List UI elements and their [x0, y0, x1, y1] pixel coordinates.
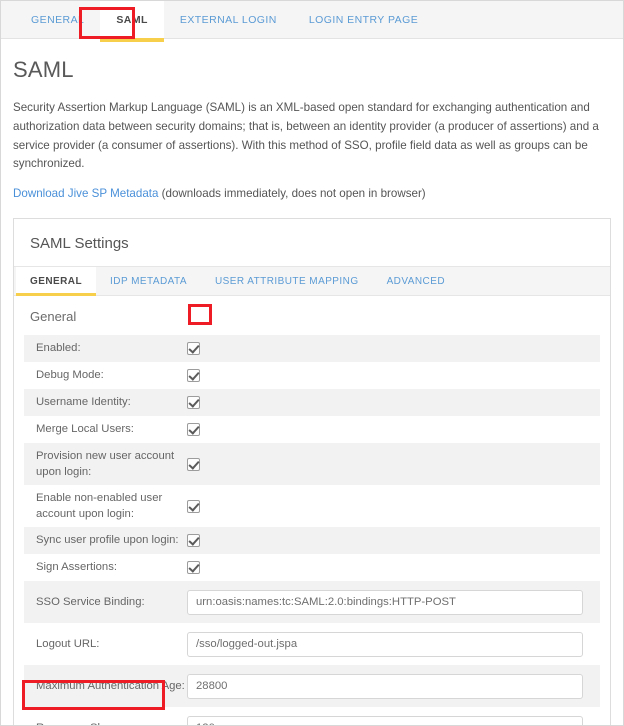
- settings-text-input[interactable]: [187, 715, 583, 725]
- inner-tab-user-attribute-mapping[interactable]: USER ATTRIBUTE MAPPING: [201, 267, 373, 295]
- saml-settings-panel: SAML Settings GENERAL IDP METADATA USER …: [13, 218, 611, 725]
- metadata-suffix-text: (downloads immediately, does not open in…: [158, 187, 426, 201]
- settings-row-label: Username Identity:: [36, 396, 131, 409]
- settings-row: Response Skew:: [24, 707, 600, 725]
- settings-row-label: Logout URL:: [36, 637, 100, 650]
- settings-row-control: [187, 423, 600, 437]
- settings-row-label: Debug Mode:: [36, 369, 104, 382]
- settings-row: Merge Local Users:: [24, 416, 600, 444]
- download-metadata-link[interactable]: Download Jive SP Metadata: [13, 187, 158, 200]
- settings-row: Maximum Authentication Age:: [24, 665, 600, 708]
- top-tab-saml-label: SAML: [116, 13, 148, 26]
- settings-row: Logout URL:: [24, 623, 600, 666]
- settings-row: SSO Service Binding:: [24, 581, 600, 624]
- settings-row-control: [187, 534, 600, 548]
- settings-row-label: SSO Service Binding:: [36, 595, 145, 608]
- settings-row-label: Provision new user account upon login:: [36, 449, 175, 479]
- top-tab-external-login[interactable]: EXTERNAL LOGIN: [164, 1, 293, 38]
- settings-row-control: [187, 715, 600, 725]
- inner-tab-advanced[interactable]: ADVANCED: [373, 267, 459, 295]
- settings-row: Enable non-enabled user account upon log…: [24, 485, 600, 528]
- metadata-download-line: Download Jive SP Metadata (downloads imm…: [13, 187, 611, 200]
- settings-row-label: Merge Local Users:: [36, 423, 134, 436]
- settings-row-label: Sync user profile upon login:: [36, 534, 179, 547]
- top-tab-general-label: GENERAL: [31, 13, 85, 26]
- top-tab-login-entry-page[interactable]: LOGIN ENTRY PAGE: [293, 1, 434, 38]
- settings-row-control: [187, 396, 600, 410]
- settings-row: Username Identity:: [24, 389, 600, 417]
- settings-row: Debug Mode:: [24, 362, 600, 390]
- top-tab-saml[interactable]: SAML: [100, 1, 164, 42]
- inner-tab-advanced-label: ADVANCED: [386, 275, 445, 287]
- inner-tab-general[interactable]: GENERAL: [16, 267, 97, 297]
- settings-row-label: Enable non-enabled user account upon log…: [36, 491, 163, 521]
- inner-tab-idp-metadata[interactable]: IDP METADATA: [96, 267, 201, 295]
- settings-row-label: Response Skew:: [24, 720, 187, 725]
- intro-paragraph: Security Assertion Markup Language (SAML…: [13, 101, 599, 171]
- settings-row: Sign Assertions:: [24, 554, 600, 582]
- settings-row-control: [187, 499, 600, 513]
- top-tab-external-login-label: EXTERNAL LOGIN: [179, 13, 277, 26]
- page-content: SAML Security Assertion Markup Language …: [1, 57, 623, 725]
- inner-tab-user-attribute-mapping-label: USER ATTRIBUTE MAPPING: [214, 275, 359, 287]
- settings-row-label: Enabled:: [36, 342, 81, 355]
- settings-checkbox[interactable]: [187, 534, 200, 548]
- inner-tab-idp-metadata-label: IDP METADATA: [110, 275, 187, 287]
- saml-admin-page: GENERAL SAML EXTERNAL LOGIN LOGIN ENTRY …: [0, 0, 624, 726]
- settings-row-control: [187, 589, 600, 615]
- settings-row-label: Sign Assertions:: [36, 561, 118, 574]
- settings-row: Provision new user account upon login:: [24, 443, 600, 486]
- top-tab-general[interactable]: GENERAL: [15, 1, 100, 38]
- settings-text-input[interactable]: [187, 589, 583, 615]
- settings-checkbox[interactable]: [187, 423, 200, 437]
- page-title: SAML: [13, 57, 74, 82]
- settings-row-control: [187, 631, 600, 657]
- settings-row-label: Maximum Authentication Age:: [36, 679, 185, 692]
- settings-row-control: [187, 342, 600, 356]
- settings-row-control: [187, 369, 600, 383]
- settings-checkbox[interactable]: [187, 369, 200, 383]
- panel-heading: SAML Settings: [30, 235, 129, 253]
- settings-text-input[interactable]: [187, 673, 583, 699]
- settings-checkbox[interactable]: [187, 342, 200, 356]
- inner-tab-bar: GENERAL IDP METADATA USER ATTRIBUTE MAPP…: [14, 266, 610, 297]
- inner-tab-general-label: GENERAL: [30, 275, 83, 287]
- settings-checkbox[interactable]: [187, 396, 200, 410]
- settings-row: Enabled:: [24, 335, 600, 363]
- settings-form: Enabled: Debug Mode: Username Identity: Mer…: [14, 335, 610, 725]
- top-tab-login-entry-page-label: LOGIN ENTRY PAGE: [308, 13, 419, 26]
- settings-row: Sync user profile upon login:: [24, 527, 600, 555]
- settings-text-input[interactable]: [187, 631, 583, 657]
- settings-checkbox[interactable]: [187, 499, 200, 513]
- settings-checkbox[interactable]: [187, 561, 200, 575]
- settings-row-control: [187, 457, 600, 471]
- top-tab-bar: GENERAL SAML EXTERNAL LOGIN LOGIN ENTRY …: [1, 1, 623, 42]
- section-title: General: [30, 309, 77, 325]
- settings-row-control: [187, 673, 600, 699]
- settings-row-control: [187, 561, 600, 575]
- settings-checkbox[interactable]: [187, 457, 200, 471]
